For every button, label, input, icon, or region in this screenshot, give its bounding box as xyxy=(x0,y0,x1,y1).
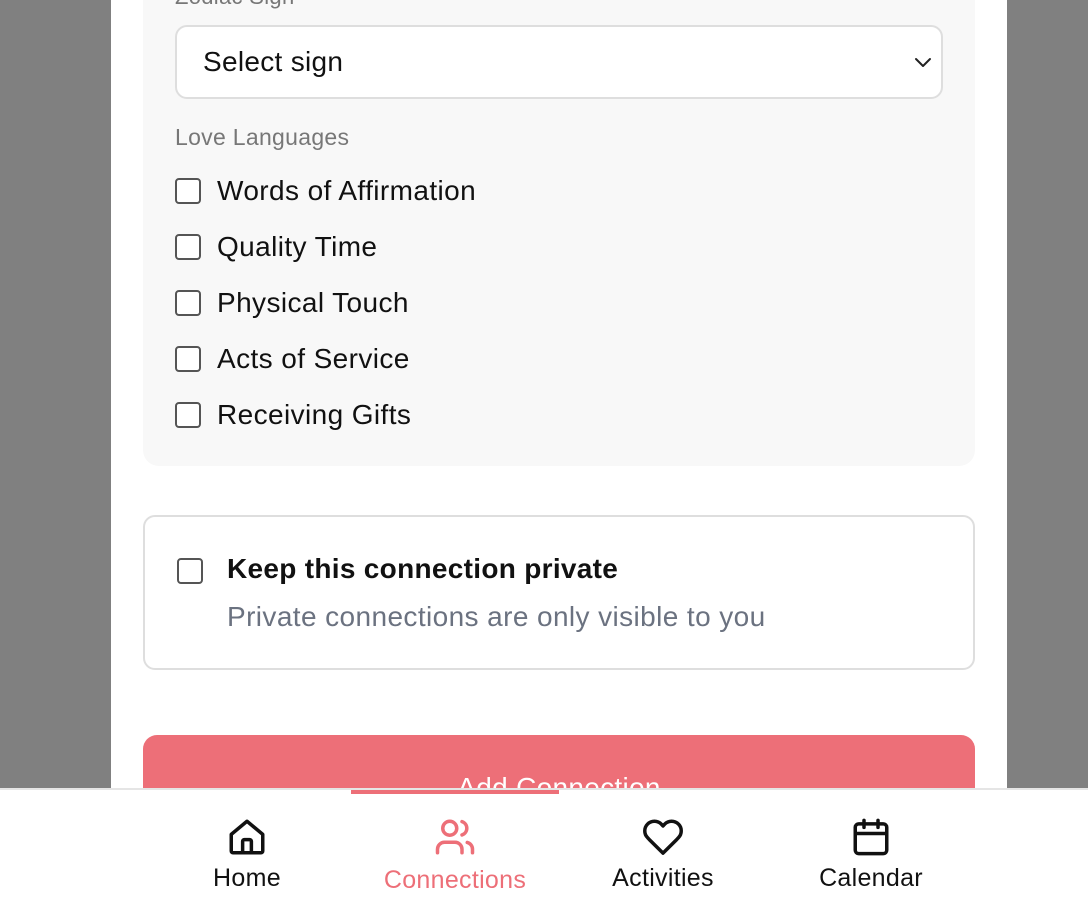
users-icon xyxy=(435,819,475,855)
bottom-nav: Home Connections Activities Calendar xyxy=(0,788,1088,906)
zodiac-select-value: Select sign xyxy=(203,46,344,77)
checkbox[interactable] xyxy=(175,402,201,428)
love-language-option[interactable]: Acts of Service xyxy=(175,331,476,387)
nav-tab-home[interactable]: Home xyxy=(143,790,351,906)
private-title: Keep this connection private xyxy=(227,553,619,584)
love-language-label: Words of Affirmation xyxy=(217,175,477,206)
nav-label: Activities xyxy=(612,864,714,892)
calendar-icon xyxy=(853,818,889,856)
checkbox[interactable] xyxy=(175,234,201,260)
zodiac-select[interactable]: Select sign xyxy=(175,25,943,99)
private-description: Private connections are only visible to … xyxy=(227,601,766,632)
love-language-option[interactable]: Receiving Gifts xyxy=(175,387,476,443)
love-languages-label: Love Languages xyxy=(175,124,350,150)
love-languages-list: Words of Affirmation Quality Time Physic… xyxy=(175,163,476,443)
love-language-label: Receiving Gifts xyxy=(217,399,412,430)
zodiac-label: Zodiac Sign xyxy=(175,0,294,10)
love-language-option[interactable]: Physical Touch xyxy=(175,275,476,331)
chevron-down-icon xyxy=(915,58,931,67)
nav-tab-calendar[interactable]: Calendar xyxy=(767,790,975,906)
checkbox[interactable] xyxy=(175,290,201,316)
love-language-label: Quality Time xyxy=(217,231,378,262)
private-checkbox[interactable] xyxy=(177,558,203,584)
heart-icon xyxy=(643,819,683,855)
love-language-option[interactable]: Quality Time xyxy=(175,219,476,275)
form-panel: Zodiac Sign Select sign Love Languages W… xyxy=(111,0,1007,906)
nav-tab-connections[interactable]: Connections xyxy=(351,790,559,906)
love-language-label: Acts of Service xyxy=(217,343,410,374)
home-icon xyxy=(229,819,265,855)
checkbox[interactable] xyxy=(175,178,201,204)
love-language-label: Physical Touch xyxy=(217,287,409,318)
active-tab-indicator xyxy=(351,790,559,794)
nav-label: Connections xyxy=(383,866,527,894)
private-toggle-card[interactable]: Keep this connection private Private con… xyxy=(143,515,975,670)
nav-label: Home xyxy=(213,864,281,892)
nav-label: Calendar xyxy=(819,864,923,892)
checkbox[interactable] xyxy=(175,346,201,372)
nav-tab-activities[interactable]: Activities xyxy=(559,790,767,906)
love-language-option[interactable]: Words of Affirmation xyxy=(175,163,476,219)
